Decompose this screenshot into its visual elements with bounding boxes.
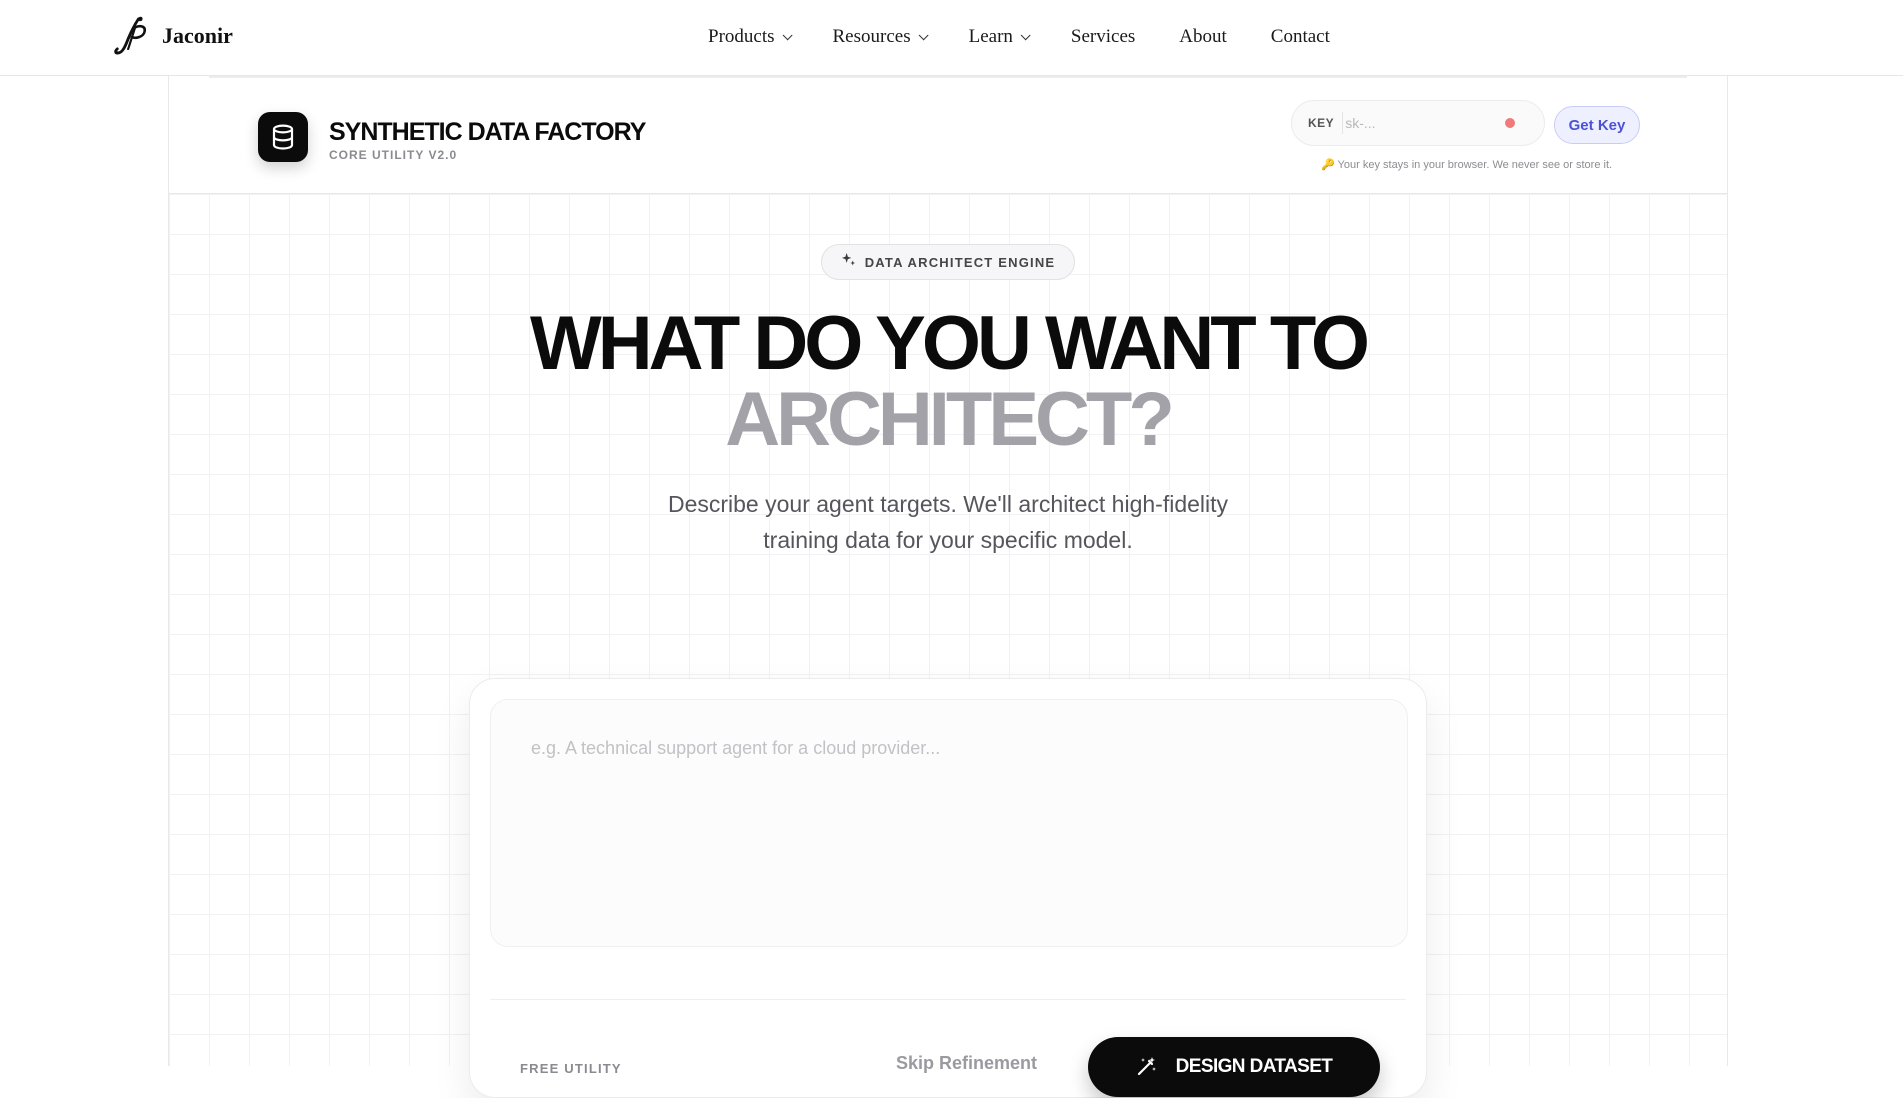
skip-refinement-button[interactable]: Skip Refinement bbox=[896, 1053, 1037, 1074]
nav-resources[interactable]: Resources bbox=[832, 26, 929, 48]
chevron-down-icon bbox=[1020, 29, 1031, 40]
hero-section: DATA ARCHITECT ENGINE WHAT DO YOU WANT T… bbox=[169, 194, 1727, 1098]
nav-learn[interactable]: Learn bbox=[968, 26, 1031, 48]
nav-about[interactable]: About bbox=[1179, 26, 1227, 48]
key-status-dot bbox=[1505, 118, 1516, 128]
free-utility-label: FREE UTILITY bbox=[520, 1061, 622, 1076]
app-header: SYNTHETIC DATA FACTORY CORE UTILITY V2.0… bbox=[169, 78, 1727, 194]
card-divider bbox=[490, 999, 1406, 1000]
headline-line-1: WHAT DO YOU WANT TO bbox=[530, 301, 1370, 386]
app-title: SYNTHETIC DATA FACTORY bbox=[329, 118, 646, 146]
key-privacy-note: 🔑 Your key stays in your browser. We nev… bbox=[1321, 159, 1613, 171]
design-dataset-button[interactable]: DESIGN DATASET bbox=[1088, 1037, 1380, 1097]
brand-name: Jaconir bbox=[162, 23, 233, 48]
nav-label: Services bbox=[1070, 26, 1136, 47]
main-nav: Products Resources Learn Services About … bbox=[708, 22, 1330, 52]
api-key-input[interactable] bbox=[1345, 109, 1496, 137]
headline-line-2: ARCHITECT? bbox=[725, 377, 1175, 462]
nav-products[interactable]: Products bbox=[708, 26, 793, 48]
chevron-down-icon bbox=[782, 29, 793, 40]
magic-wand-icon bbox=[1136, 1055, 1158, 1080]
jaconir-logo-icon bbox=[113, 15, 151, 57]
subhead-line-1: Describe your agent targets. We'll archi… bbox=[667, 491, 1229, 517]
agent-description-input[interactable] bbox=[490, 699, 1408, 947]
nav-label: Learn bbox=[968, 26, 1013, 47]
nav-label: Products bbox=[708, 26, 775, 47]
nav-label: Resources bbox=[832, 26, 911, 47]
hero-headline: WHAT DO YOU WANT TO ARCHITECT? bbox=[169, 306, 1727, 458]
nav-services[interactable]: Services bbox=[1071, 26, 1135, 48]
key-separator bbox=[1342, 112, 1344, 134]
hero-subheading: Describe your agent targets. We'll archi… bbox=[169, 486, 1727, 558]
database-icon bbox=[258, 112, 308, 162]
app-version: CORE UTILITY V2.0 bbox=[329, 148, 458, 162]
engine-badge-label: DATA ARCHITECT ENGINE bbox=[864, 254, 1056, 270]
design-dataset-label: DESIGN DATASET bbox=[1175, 1056, 1333, 1077]
chevron-down-icon bbox=[918, 29, 929, 40]
get-key-button[interactable]: Get Key bbox=[1554, 106, 1640, 144]
prompt-card: FREE UTILITY Skip Refinement DESIGN DATA… bbox=[469, 678, 1427, 1098]
key-label: KEY bbox=[1308, 116, 1335, 130]
engine-badge: DATA ARCHITECT ENGINE bbox=[821, 244, 1075, 280]
app-frame: SYNTHETIC DATA FACTORY CORE UTILITY V2.0… bbox=[168, 76, 1728, 1098]
subhead-line-2: training data for your specific model. bbox=[763, 527, 1133, 553]
sparkles-icon bbox=[841, 252, 856, 272]
nav-label: Contact bbox=[1270, 26, 1330, 47]
nav-contact[interactable]: Contact bbox=[1271, 26, 1330, 48]
nav-label: About bbox=[1179, 26, 1227, 47]
site-header: Jaconir Products Resources Learn Service… bbox=[0, 0, 1903, 76]
brand-link[interactable]: Jaconir bbox=[113, 14, 233, 58]
api-key-field: KEY bbox=[1291, 100, 1545, 146]
